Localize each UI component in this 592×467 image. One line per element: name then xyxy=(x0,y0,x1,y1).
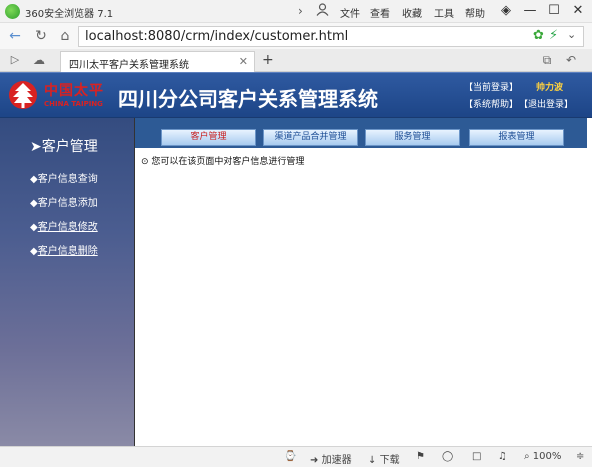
content-message: ⊙ 您可以在该页面中对客户信息进行管理 xyxy=(141,154,304,167)
diamond-bullet-icon: ◆ xyxy=(30,198,38,209)
url-input[interactable]: localhost:8080/crm/index/customer.html ✿… xyxy=(78,26,584,47)
tab-report-management[interactable]: 报表管理 xyxy=(469,129,564,146)
taiping-logo-icon xyxy=(9,81,37,109)
page-header: 中国太平 CHINA TAIPING 四川分公司客户关系管理系统 【当前登录】 … xyxy=(0,72,592,118)
browser-app-title: 360安全浏览器 7.1 xyxy=(25,9,114,20)
page-title: 四川分公司客户关系管理系统 xyxy=(118,87,378,111)
sidebar-item-customer-add[interactable]: ◆客户信息添加 xyxy=(30,194,98,209)
speed-mode-icon[interactable]: ⚡ xyxy=(549,28,558,43)
menu-tools[interactable]: 工具 xyxy=(434,5,454,20)
sidebar-item-label: 客户信息删除 xyxy=(37,246,98,257)
rocket-icon: ➜ xyxy=(310,455,319,466)
tab-bar: ▷ ☁ 四川太平客户关系管理系统 ✕ + ⧉ ↶ xyxy=(0,49,592,72)
current-user-label: 【当前登录】 xyxy=(464,83,519,93)
status-bar: ⌚ ➜ 加速器 ↓ 下载 ⚑ ◯ □ ♫ ⌕ 100% ≑ xyxy=(0,446,592,467)
menu-file[interactable]: 文件 xyxy=(340,5,360,20)
download-button[interactable]: ↓ 下载 xyxy=(368,451,400,466)
resize-grip-icon: ≑ xyxy=(576,451,585,462)
logo-text-en: CHINA TAIPING xyxy=(44,100,103,108)
help-link[interactable]: 【系统帮助】 xyxy=(464,97,518,110)
menu-favorites[interactable]: 收藏 xyxy=(402,5,422,20)
flag-icon[interactable]: ⚑ xyxy=(416,451,425,462)
address-toolbar: ← ↻ ⌂ localhost:8080/crm/index/customer.… xyxy=(0,23,592,49)
accelerator-button[interactable]: ➜ 加速器 xyxy=(310,451,352,466)
menu-help[interactable]: 帮助 xyxy=(465,5,485,20)
browser-logo-icon xyxy=(5,4,20,19)
close-icon[interactable]: ✕ xyxy=(566,0,590,22)
sidebar-item-customer-query[interactable]: ◆客户信息查询 xyxy=(30,170,98,185)
menu-view[interactable]: 查看 xyxy=(370,5,390,20)
zoom-icon: ⌕ xyxy=(524,451,530,462)
url-dropdown-icon[interactable]: ⌄ xyxy=(567,28,581,41)
maximize-icon[interactable]: ☐ xyxy=(542,0,566,22)
diamond-bullet-icon: ◆ xyxy=(30,174,38,185)
tab-channel-product[interactable]: 渠道产品合并管理 xyxy=(263,129,358,146)
sidebar-item-label: 客户信息修改 xyxy=(37,222,98,233)
logout-link[interactable]: 【退出登录】 xyxy=(519,97,573,110)
current-user-name: 帅力波 xyxy=(536,83,564,93)
tab-customer-management[interactable]: 客户管理 xyxy=(161,129,256,146)
sidebar-heading: ➤客户管理 xyxy=(30,136,98,156)
content-message-text: 您可以在该页面中对客户信息进行管理 xyxy=(151,157,305,167)
undo-close-icon[interactable]: ↶ xyxy=(562,51,580,69)
browser-titlebar: 360安全浏览器 7.1 › 文件 查看 收藏 工具 帮助 ◈ — ☐ ✕ xyxy=(0,0,592,23)
logo-text-cn: 中国太平 xyxy=(44,83,104,99)
sidebar-item-label: 客户信息查询 xyxy=(37,174,98,185)
menu-collapse-icon[interactable]: › xyxy=(298,3,303,19)
volume-icon[interactable]: ♫ xyxy=(498,451,507,462)
home-icon[interactable]: ⌂ xyxy=(56,27,74,45)
sidebar-heading-label: 客户管理 xyxy=(41,139,98,155)
skin-icon[interactable]: ◈ xyxy=(494,0,518,22)
network-icon[interactable]: ⌚ xyxy=(284,451,296,462)
main-content: 客户管理 渠道产品合并管理 服务管理 报表管理 ⊙ 您可以在该页面中对客户信息进… xyxy=(134,118,592,446)
new-tab-icon[interactable]: + xyxy=(262,52,274,68)
cloud-icon[interactable]: ☁ xyxy=(30,51,48,69)
sidebar-item-customer-delete[interactable]: ◆客户信息删除 xyxy=(30,242,98,257)
top-nav: 客户管理 渠道产品合并管理 服务管理 报表管理 xyxy=(135,118,587,148)
zoom-label: 100% xyxy=(532,451,562,462)
security-icon[interactable]: ✿ xyxy=(533,28,544,43)
refresh-icon[interactable]: ↻ xyxy=(32,27,50,45)
tab-title: 四川太平客户关系管理系统 xyxy=(69,60,189,71)
download-arrow-icon: ↓ xyxy=(368,455,377,466)
tab-current-page[interactable]: 四川太平客户关系管理系统 ✕ xyxy=(60,51,255,72)
sidebar-toggle-icon[interactable]: ▷ xyxy=(6,51,24,69)
diamond-bullet-icon: ◆ xyxy=(30,222,38,233)
restore-tabs-icon[interactable]: ⧉ xyxy=(538,51,556,69)
sidebar-item-customer-edit[interactable]: ◆客户信息修改 xyxy=(30,218,98,233)
user-account-icon[interactable] xyxy=(316,3,329,20)
info-icon: ⊙ xyxy=(141,157,149,167)
screenshot-icon[interactable]: □ xyxy=(472,451,481,462)
tab-service-management[interactable]: 服务管理 xyxy=(365,129,460,146)
diamond-bullet-icon: ◆ xyxy=(30,246,38,257)
chevron-right-icon: ➤ xyxy=(30,139,42,155)
url-text: localhost:8080/crm/index/customer.html xyxy=(85,29,349,44)
crm-page: 中国太平 CHINA TAIPING 四川分公司客户关系管理系统 【当前登录】 … xyxy=(0,72,592,446)
tab-close-icon[interactable]: ✕ xyxy=(239,55,248,68)
sidebar-item-label: 客户信息添加 xyxy=(37,198,98,209)
browser-mode-icon[interactable]: ◯ xyxy=(442,451,453,462)
zoom-control[interactable]: ⌕ 100% xyxy=(524,451,561,462)
back-arrow-icon[interactable]: ← xyxy=(6,27,24,45)
download-label: 下载 xyxy=(379,455,400,466)
sidebar: ➤客户管理 ◆客户信息查询 ◆客户信息添加 ◆客户信息修改 ◆客户信息删除 xyxy=(0,118,134,446)
accelerator-label: 加速器 xyxy=(321,455,352,466)
minimize-icon[interactable]: — xyxy=(518,0,542,22)
